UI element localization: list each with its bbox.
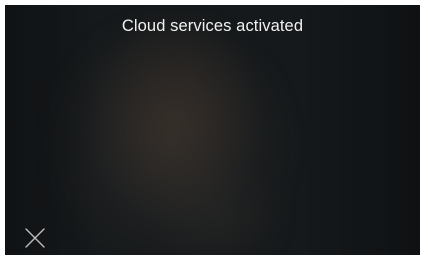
close-button[interactable] <box>24 227 46 249</box>
notification-message: Cloud services activated <box>121 17 304 35</box>
close-icon <box>25 228 45 248</box>
camera-view-screen: Cloud services activated <box>5 5 420 255</box>
screen-vignette <box>5 5 420 255</box>
